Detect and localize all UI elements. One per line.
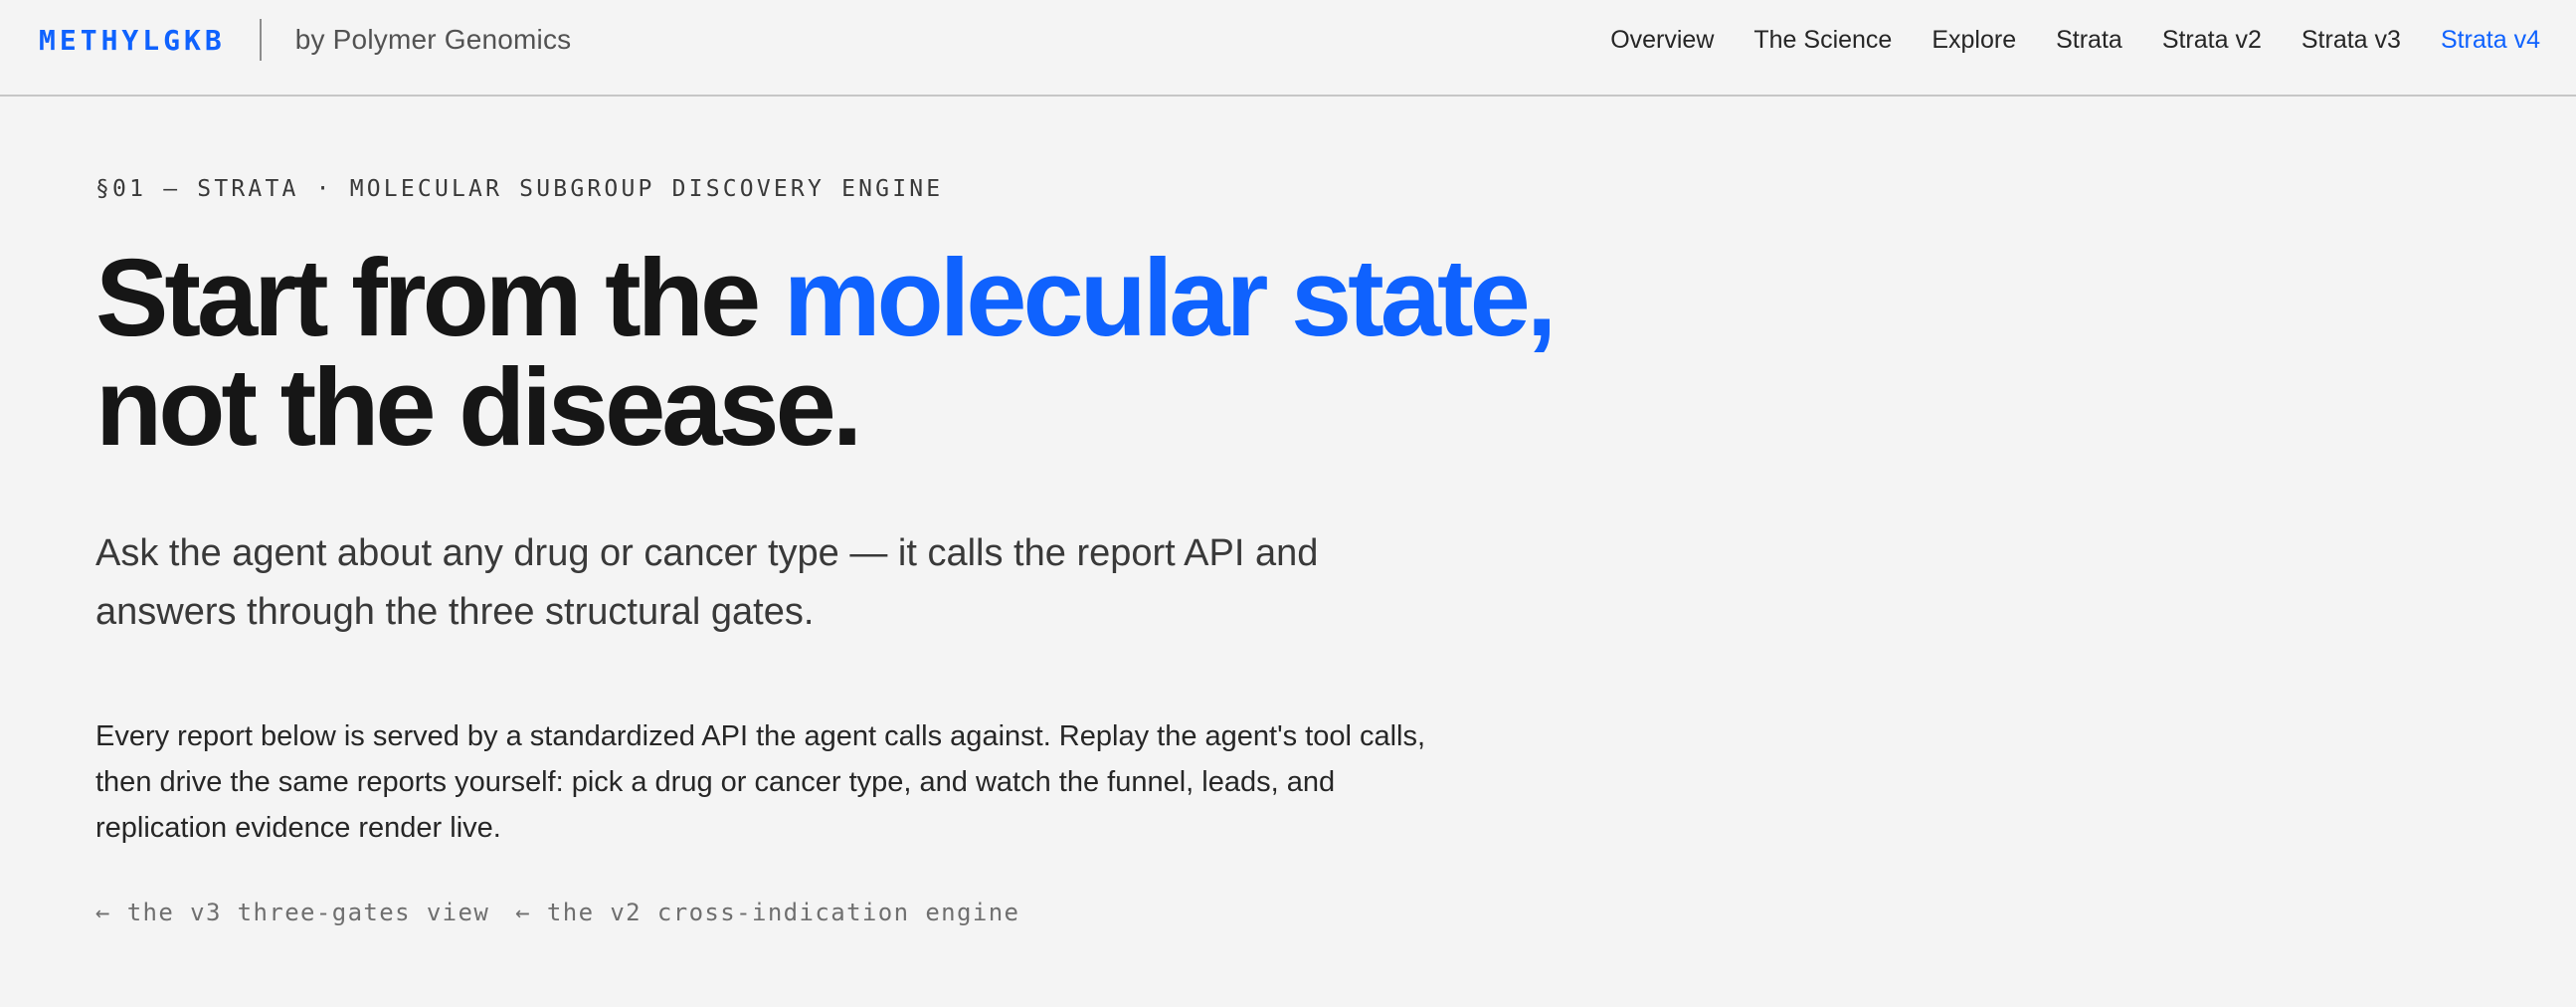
headline-line-2: not the disease. [95,346,862,469]
brand-byline: by Polymer Genomics [294,24,572,55]
brand-logo-link[interactable]: METHYLGKB [39,24,226,57]
brand: METHYLGKB by Polymer Genomics [39,0,571,80]
site-header: METHYLGKB by Polymer Genomics Overview T… [0,0,2576,97]
hero-body: Every report below is served by a standa… [95,720,1426,844]
nav-link-the-science[interactable]: The Science [1753,26,1892,55]
headline-line-1: Start from the molecular state, [95,244,1587,353]
main-nav: Overview The Science Explore Strata Stra… [1570,0,2540,80]
section-eyebrow: §01 — STRATA · MOLECULAR SUBGROUP DISCOV… [95,176,944,202]
headline-lead: Start from the [95,237,784,359]
headline-accent: molecular state, [783,237,1558,359]
nav-link-strata[interactable]: Strata [2056,26,2122,55]
nav-link-explore[interactable]: Explore [1932,26,2016,55]
nav-link-strata-v3[interactable]: Strata v3 [2301,26,2401,55]
nav-link-strata-v4[interactable]: Strata v4 [2441,26,2540,55]
back-link-v2[interactable]: ← the v2 cross-indication engine [515,899,1019,926]
hero-lede: Ask the agent about any drug or cancer t… [95,532,1319,633]
back-link-v3[interactable]: ← the v3 three-gates view [95,899,489,926]
nav-link-strata-v2[interactable]: Strata v2 [2162,26,2262,55]
brand-divider [259,19,262,61]
nav-link-overview[interactable]: Overview [1610,26,1714,55]
page-headline: Start from the molecular state, not the … [95,244,1587,463]
back-links: ← the v3 three-gates view ← the v2 cross… [95,899,1045,926]
